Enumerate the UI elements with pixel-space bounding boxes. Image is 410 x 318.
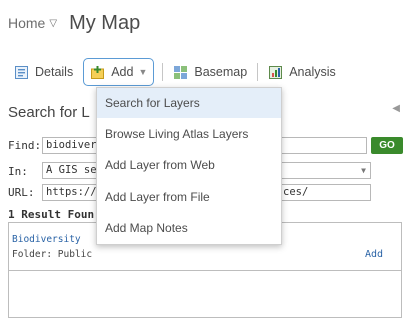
find-label: Find: (8, 139, 42, 152)
url-label: URL: (8, 186, 35, 199)
details-button[interactable]: Details (8, 58, 79, 86)
url-input-suffix: ces/ (283, 186, 309, 198)
panel-title: Search for L (8, 104, 90, 121)
basemap-button[interactable]: Basemap (167, 58, 253, 86)
find-row: Find: (8, 139, 42, 152)
in-select-value: A GIS ser (46, 164, 103, 176)
in-label: In: (8, 165, 28, 178)
menu-item-search-for-layers[interactable]: Search for Layers (97, 88, 281, 118)
url-row: URL: (8, 186, 40, 199)
chevron-down-icon: ▼ (361, 166, 366, 175)
add-button[interactable]: Add ▼ (83, 58, 155, 86)
chevron-down-icon: ▼ (138, 67, 148, 77)
map-header: Home ▽ My Map (8, 8, 140, 38)
toolbar-divider (257, 63, 259, 81)
details-label: Details (35, 65, 74, 79)
go-button[interactable]: GO (371, 137, 403, 154)
details-icon (14, 65, 29, 80)
menu-item-browse-living-atlas[interactable]: Browse Living Atlas Layers (97, 119, 281, 149)
list-divider (9, 270, 401, 271)
result-name-link[interactable]: Biodiversity (12, 234, 81, 245)
results-count: 1 Result Foun (8, 208, 95, 221)
add-icon (90, 65, 105, 80)
result-folder: Folder: Public (12, 249, 93, 260)
analysis-button[interactable]: Analysis (262, 58, 342, 86)
analysis-icon (268, 65, 283, 80)
home-link[interactable]: Home (8, 15, 45, 31)
in-row: In: (8, 165, 40, 178)
chevron-down-icon[interactable]: ▽ (49, 18, 57, 29)
url-input-value: https://g (46, 186, 103, 198)
page-title: My Map (69, 11, 141, 34)
collapse-left-icon[interactable]: ◀ (392, 103, 400, 114)
add-menu: Search for Layers Browse Living Atlas La… (96, 87, 282, 245)
map-toolbar: Details Add ▼ Basemap Analysis (8, 56, 342, 88)
analysis-label: Analysis (289, 65, 336, 79)
menu-item-add-layer-from-web[interactable]: Add Layer from Web (97, 150, 281, 180)
menu-item-add-layer-from-file[interactable]: Add Layer from File (97, 182, 281, 212)
result-add-link[interactable]: Add (365, 249, 383, 260)
menu-item-add-map-notes[interactable]: Add Map Notes (97, 213, 281, 243)
basemap-label: Basemap (194, 65, 248, 79)
toolbar-divider (162, 63, 164, 81)
add-label: Add (111, 65, 134, 79)
basemap-icon (173, 65, 188, 80)
